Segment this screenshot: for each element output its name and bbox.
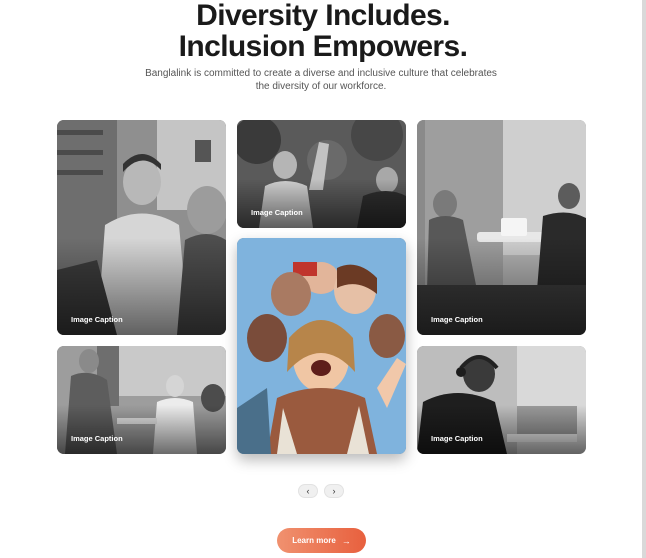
hero-subtitle: Banglalink is committed to create a dive…	[145, 68, 497, 92]
hero-title-line-1: Diversity Includes.	[196, 0, 450, 32]
next-button[interactable]: ›	[324, 484, 344, 498]
learn-more-button[interactable]: Learn more →	[277, 528, 366, 553]
card-caption: Image Caption	[431, 315, 483, 324]
card-caption: Image Caption	[71, 315, 123, 324]
page-edge	[642, 0, 646, 558]
group-selfie-photo	[237, 238, 406, 454]
gallery-card-study[interactable]: Image Caption	[417, 346, 586, 454]
caption-shade	[237, 179, 406, 228]
hero-title-line-2: Inclusion Empowers.	[178, 30, 468, 63]
caption-shade	[57, 405, 226, 454]
gallery-card-meeting[interactable]: Image Caption	[417, 120, 586, 335]
gallery-card-office-team[interactable]: Image Caption	[57, 120, 226, 335]
card-caption: Image Caption	[251, 208, 303, 217]
prev-button[interactable]: ‹	[298, 484, 318, 498]
card-caption: Image Caption	[431, 434, 483, 443]
hero-title: Diversity Includes. Inclusion Empowers.	[0, 0, 646, 62]
gallery-card-high-five[interactable]: Image Caption	[237, 120, 406, 228]
chevron-right-icon: ›	[332, 486, 336, 496]
chevron-left-icon: ‹	[306, 486, 310, 496]
caption-shade	[417, 405, 586, 454]
gallery-card-featured-group[interactable]	[237, 238, 406, 454]
learn-more-label: Learn more	[292, 536, 336, 545]
arrow-right-icon: →	[341, 535, 351, 546]
card-caption: Image Caption	[71, 434, 123, 443]
gallery-card-workshop[interactable]: Image Caption	[57, 346, 226, 454]
